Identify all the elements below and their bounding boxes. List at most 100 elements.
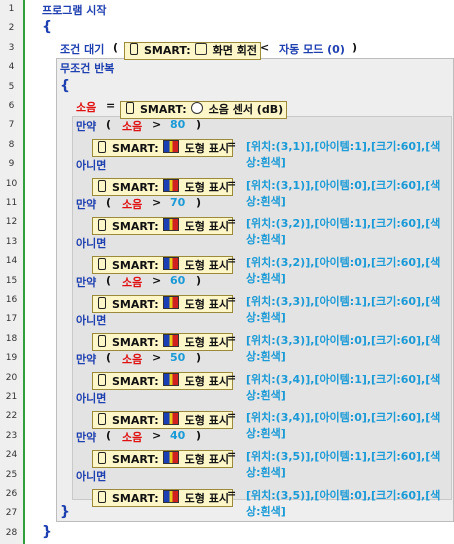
smart-label: SMART:	[112, 142, 159, 156]
smart-label: SMART:	[112, 336, 159, 350]
line-number: 21	[5, 392, 18, 402]
shape-action-value: [위치:(3,3)],[아이템:1],[크기:60],[색상:흰색]	[246, 295, 441, 324]
line-number: 11	[5, 198, 18, 208]
paren-open: (	[106, 273, 112, 287]
shape-display-block[interactable]: SMART: 도형 표시	[92, 294, 233, 313]
loop-close-brace: }	[60, 504, 70, 521]
auto-mode-value: 자동 모드 (0)	[279, 42, 345, 56]
line-number: 22	[5, 411, 18, 422]
shape-display-block[interactable]: SMART: 도형 표시	[92, 410, 233, 429]
greater-than-operator: >	[152, 118, 162, 132]
assign-operator: =	[227, 331, 237, 345]
paren-open: (	[106, 428, 112, 442]
block-label: 도형 표시	[184, 258, 229, 272]
block-label: 도형 표시	[184, 491, 229, 505]
line-number: 8	[8, 139, 15, 150]
paren-close: )	[196, 118, 202, 132]
else-keyword: 아니면	[76, 469, 107, 483]
smart-label: SMART:	[140, 102, 187, 116]
assign-operator: =	[106, 99, 116, 112]
line-number: 5	[8, 81, 15, 92]
sound-sensor-icon	[190, 101, 203, 114]
smart-label: SMART:	[112, 258, 159, 272]
screen-rotate-block[interactable]: SMART: 화면 회전	[124, 42, 261, 61]
line-number: 10	[5, 178, 18, 189]
line-number: 2	[8, 23, 15, 34]
threshold-value: 50	[170, 351, 186, 365]
sound-variable: 소음	[122, 198, 143, 211]
line-number: 18	[5, 333, 18, 344]
paren-close: )	[196, 196, 202, 209]
else-keyword: 아니면	[76, 314, 107, 328]
shape-action-value: [위치:(3,3)],[아이템:0],[크기:60],[색상:흰색]	[246, 333, 441, 363]
shape-display-block[interactable]: SMART: 도형 표시	[92, 488, 233, 507]
block-label: 도형 표시	[184, 142, 229, 156]
phone-icon	[98, 374, 106, 387]
shape-display-icon	[162, 334, 179, 348]
phone-icon	[98, 490, 106, 503]
shape-display-block[interactable]: SMART: 도형 표시	[92, 216, 233, 235]
shape-display-block[interactable]: SMART: 도형 표시	[92, 372, 233, 391]
loop-open-brace: {	[60, 77, 70, 94]
phone-icon	[98, 218, 106, 231]
smart-label: SMART:	[144, 44, 191, 58]
shape-display-block[interactable]: SMART: 도형 표시	[92, 255, 233, 274]
shape-action-value: [위치:(3,5)],[아이템:0],[크기:60],[색상:흰색]	[246, 489, 441, 518]
else-keyword: 아니면	[76, 392, 107, 405]
code-editor: 1 2 3 4 5 6 7 8 9 10 11 12 13 14 15 16 17 18 19 20 21 22 23 24 2…	[0, 0, 454, 544]
assign-operator: =	[227, 137, 237, 151]
threshold-value: 80	[170, 118, 186, 132]
line-number: 14	[5, 256, 18, 267]
assign-operator: =	[227, 487, 237, 500]
block-label: 도형 표시	[184, 336, 229, 350]
paren-close: )	[196, 351, 202, 365]
sound-sensor-block[interactable]: SMART: 소음 센서 (dB)	[120, 100, 288, 119]
loop-keyword: 무조건 반복	[60, 62, 115, 76]
shape-display-icon	[162, 411, 179, 425]
phone-icon	[130, 43, 138, 56]
shape-display-block[interactable]: SMART: 도형 표시	[92, 178, 233, 197]
phone-icon	[98, 257, 106, 270]
shape-action-value: [위치:(3,4)],[아이템:0],[크기:60],[색상:흰색]	[246, 411, 441, 441]
threshold-value: 60	[170, 273, 186, 287]
program-start-keyword: 프로그램 시작	[42, 4, 107, 17]
assign-operator: =	[227, 254, 237, 268]
greater-than-operator: >	[152, 273, 162, 287]
shape-display-icon	[162, 140, 179, 154]
sound-variable: 소음	[76, 101, 97, 114]
phone-icon	[126, 101, 134, 114]
else-keyword: 아니면	[76, 159, 107, 173]
smart-label: SMART:	[112, 297, 159, 311]
if-keyword: 만약	[76, 353, 97, 367]
line-number: 17	[5, 314, 18, 325]
block-label: 도형 표시	[184, 219, 229, 233]
line-number: 26	[5, 489, 18, 499]
shape-display-block[interactable]: SMART: 도형 표시	[92, 139, 233, 158]
line-number: 1	[8, 4, 15, 14]
rotate-screen-icon	[194, 43, 207, 56]
paren-close: )	[352, 40, 358, 54]
phone-icon	[98, 412, 106, 425]
sound-variable: 소음	[122, 120, 143, 134]
shape-display-icon	[162, 179, 179, 193]
shape-display-block[interactable]: SMART: 도형 표시	[92, 333, 233, 352]
sound-variable: 소음	[122, 353, 143, 367]
shape-action-value: [위치:(3,1)],[아이템:1],[크기:60],[색상:흰색]	[246, 139, 441, 169]
shape-display-block[interactable]: SMART: 도형 표시	[92, 449, 233, 468]
block-label: 도형 표시	[184, 375, 229, 389]
close-brace: }	[42, 523, 52, 540]
phone-icon	[98, 335, 106, 348]
else-keyword: 아니면	[76, 236, 107, 250]
shape-action-value: [위치:(3,5)],[아이템:1],[크기:60],[색상:흰색]	[246, 450, 441, 480]
line-number: 3	[8, 42, 15, 53]
block-label: 도형 표시	[184, 297, 229, 311]
shape-display-icon	[162, 217, 179, 231]
shape-display-icon	[162, 450, 179, 464]
line-number: 20	[5, 372, 18, 383]
shape-action-value: [위치:(3,2)],[아이템:1],[크기:60],[색상:흰색]	[246, 217, 441, 247]
smart-label: SMART:	[112, 452, 159, 466]
line-number: 27	[5, 508, 18, 519]
paren-open: (	[113, 40, 119, 54]
line-number: 7	[8, 120, 15, 131]
line-number: 4	[8, 62, 15, 73]
